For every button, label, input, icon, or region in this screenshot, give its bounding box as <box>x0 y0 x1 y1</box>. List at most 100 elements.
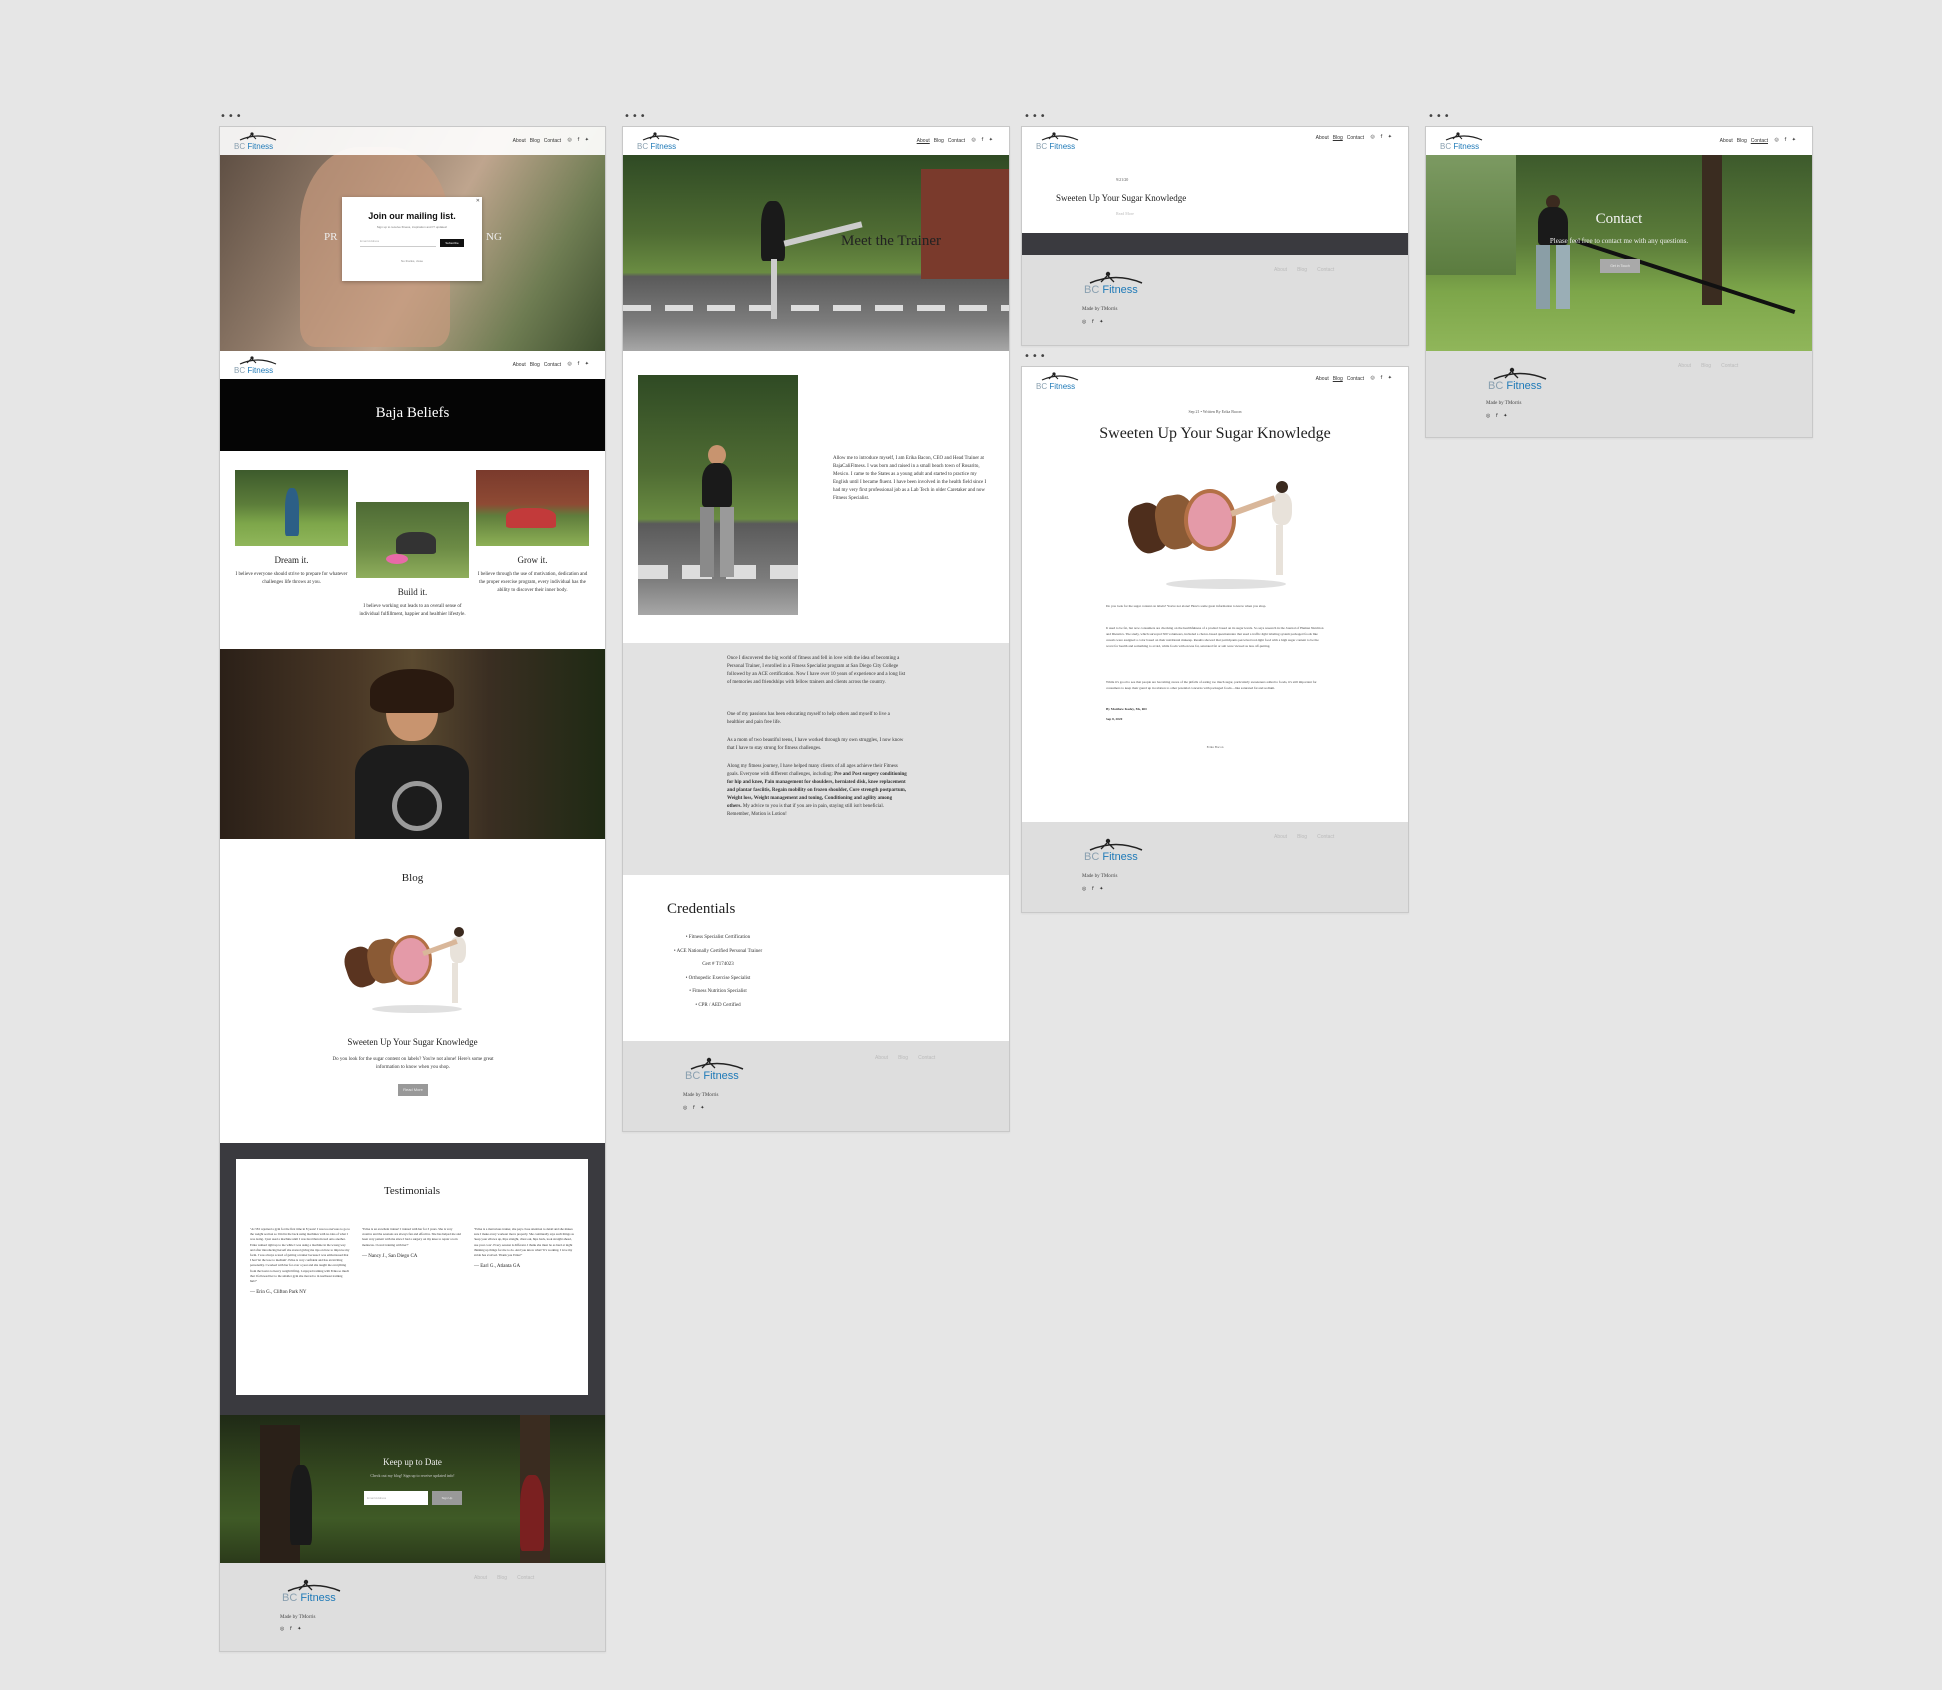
post-nav: BC Fitness About Blog Contact ◎ f ✦ <box>1022 367 1408 395</box>
post-author: Erika Bacon <box>1206 745 1224 749</box>
logo-fitness: Fitness <box>650 142 677 151</box>
social-icons[interactable]: ◎ f ✦ <box>1775 137 1799 143</box>
home-page-frame: PR NG BC Fitness About Blog Contact ◎ f ✦ … <box>219 126 606 1652</box>
nav-blog[interactable]: Blog <box>1333 376 1343 382</box>
footer-logo[interactable]: BC Fitness <box>1084 269 1174 299</box>
nav-about[interactable]: About <box>513 362 526 368</box>
nav-about[interactable]: About <box>1720 138 1733 144</box>
logo-mark-icon <box>287 1579 341 1592</box>
blog-list-title[interactable]: Sweeten Up Your Sugar Knowledge <box>1056 193 1186 203</box>
build-title: Build it. <box>397 587 428 597</box>
nav-blog[interactable]: Blog <box>530 138 540 144</box>
blog-list-read-more[interactable]: Read More <box>1116 211 1134 216</box>
logo-bc: BC <box>685 1070 701 1082</box>
nav-contact[interactable]: Contact <box>1347 376 1364 382</box>
nav-blog[interactable]: Blog <box>1333 135 1343 141</box>
footer-contact[interactable]: Contact <box>517 1575 534 1581</box>
story-paragraph-1: Once I discovered the big world of fitne… <box>727 656 906 685</box>
footer-blog[interactable]: Blog <box>1701 363 1711 369</box>
footer-logo[interactable]: BC Fitness <box>1084 836 1174 866</box>
blog-post-title[interactable]: Sweeten Up Your Sugar Knowledge <box>220 1037 605 1047</box>
popup-close-icon[interactable]: ✕ <box>476 198 480 204</box>
footer-about[interactable]: About <box>1274 267 1287 273</box>
blog-title: Blog <box>401 872 424 884</box>
footer-contact[interactable]: Contact <box>918 1055 935 1061</box>
logo-bc: BC <box>1488 380 1504 392</box>
logo[interactable]: BC Fitness <box>1036 130 1096 154</box>
footer-social-icons[interactable]: ◎ f ✦ <box>1082 886 1106 892</box>
social-icons[interactable]: ◎ f ✦ <box>568 137 592 143</box>
nav-links: About Blog Contact <box>509 362 561 368</box>
logo-fitness: Fitness <box>247 366 274 375</box>
blog-nav: BC Fitness About Blog Contact ◎ f ✦ <box>1022 127 1408 155</box>
footer-blog[interactable]: Blog <box>898 1055 908 1061</box>
logo[interactable]: BC Fitness <box>234 130 294 154</box>
footer-social-icons[interactable]: ◎ f ✦ <box>280 1626 304 1632</box>
footer-about[interactable]: About <box>1678 363 1691 369</box>
get-in-touch-button[interactable]: Get in Touch <box>1600 259 1640 273</box>
made-by: Made by TMorris <box>1082 874 1118 879</box>
nav-about[interactable]: About <box>1316 135 1329 141</box>
footer-contact[interactable]: Contact <box>1317 834 1334 840</box>
footer-logo[interactable]: BC Fitness <box>1488 365 1578 395</box>
testimonials-title: Testimonials <box>383 1185 441 1197</box>
nav-contact[interactable]: Contact <box>1751 138 1768 144</box>
footer-links: About Blog Contact <box>1264 267 1334 273</box>
footer-logo[interactable]: BC Fitness <box>685 1055 775 1085</box>
logo-fitness: Fitness <box>1102 851 1138 863</box>
logo[interactable]: BC Fitness <box>1036 370 1096 394</box>
social-icons[interactable]: ◎ f ✦ <box>568 361 592 367</box>
grow-image <box>476 470 589 546</box>
testimonial-1: "At 58 I rejoined a gym for the first ti… <box>250 1227 351 1296</box>
footer-about[interactable]: About <box>1274 834 1287 840</box>
dream-image <box>235 470 348 546</box>
nav-about[interactable]: About <box>917 138 930 144</box>
logo[interactable]: BC Fitness <box>1440 130 1500 154</box>
nav-contact[interactable]: Contact <box>544 138 561 144</box>
nav-contact[interactable]: Contact <box>1347 135 1364 141</box>
beliefs-banner: Baja Beliefs <box>220 379 605 451</box>
footer-about[interactable]: About <box>875 1055 888 1061</box>
footer-blog[interactable]: Blog <box>1297 834 1307 840</box>
hero-text-left: PR <box>324 231 338 243</box>
footer-logo[interactable]: BC Fitness <box>282 1577 372 1607</box>
social-icons[interactable]: ◎ f ✦ <box>1371 375 1395 381</box>
social-icons[interactable]: ◎ f ✦ <box>1371 134 1395 140</box>
keep-signup-button[interactable]: Sign Up <box>432 1491 462 1505</box>
popup-subscribe-button[interactable]: Subscribe <box>440 239 464 247</box>
footer-social-icons[interactable]: ◎ f ✦ <box>1486 413 1510 419</box>
nav-contact[interactable]: Contact <box>544 362 561 368</box>
window-dots: ••• <box>1024 351 1048 362</box>
story-paragraph-3: As a mom of two beautiful teens, I have … <box>727 738 904 751</box>
logo[interactable]: BC Fitness <box>637 130 697 154</box>
footer-blog[interactable]: Blog <box>1297 267 1307 273</box>
keep-up-image: Keep up to Date Check out my blog! Sign … <box>220 1415 605 1563</box>
blog-dark-band <box>1022 233 1408 255</box>
nav-blog[interactable]: Blog <box>530 362 540 368</box>
nav-contact[interactable]: Contact <box>948 138 965 144</box>
nav-blog[interactable]: Blog <box>1737 138 1747 144</box>
window-dots: ••• <box>624 111 648 122</box>
popup-email-input[interactable]: Email Address <box>360 239 436 247</box>
nav-about[interactable]: About <box>513 138 526 144</box>
nav-blog[interactable]: Blog <box>934 138 944 144</box>
footer-about[interactable]: About <box>474 1575 487 1581</box>
logo[interactable]: BC Fitness <box>234 354 294 378</box>
footer-social-icons[interactable]: ◎ f ✦ <box>683 1105 707 1111</box>
story-band: Once I discovered the big world of fitne… <box>623 643 1009 875</box>
blog-read-more-button[interactable]: Read More <box>398 1084 428 1096</box>
footer-social-icons[interactable]: ◎ f ✦ <box>1082 319 1106 325</box>
logo-bc: BC <box>234 142 246 151</box>
popup-no-thanks[interactable]: No thanks, close <box>342 259 482 263</box>
contact-title: Contact <box>1595 211 1643 227</box>
logo-fitness: Fitness <box>1049 382 1076 391</box>
footer-contact[interactable]: Contact <box>1317 267 1334 273</box>
logo-mark-icon <box>690 1057 744 1070</box>
footer-contact[interactable]: Contact <box>1721 363 1738 369</box>
blog-page-frame: BC Fitness About Blog Contact ◎ f ✦ 9/21/2… <box>1021 126 1409 346</box>
nav-about[interactable]: About <box>1316 376 1329 382</box>
blog-list-date: 9/21/20 <box>1116 177 1129 182</box>
footer-blog[interactable]: Blog <box>497 1575 507 1581</box>
keep-email-input[interactable]: Email Address <box>364 1491 428 1505</box>
social-icons[interactable]: ◎ f ✦ <box>972 137 996 143</box>
